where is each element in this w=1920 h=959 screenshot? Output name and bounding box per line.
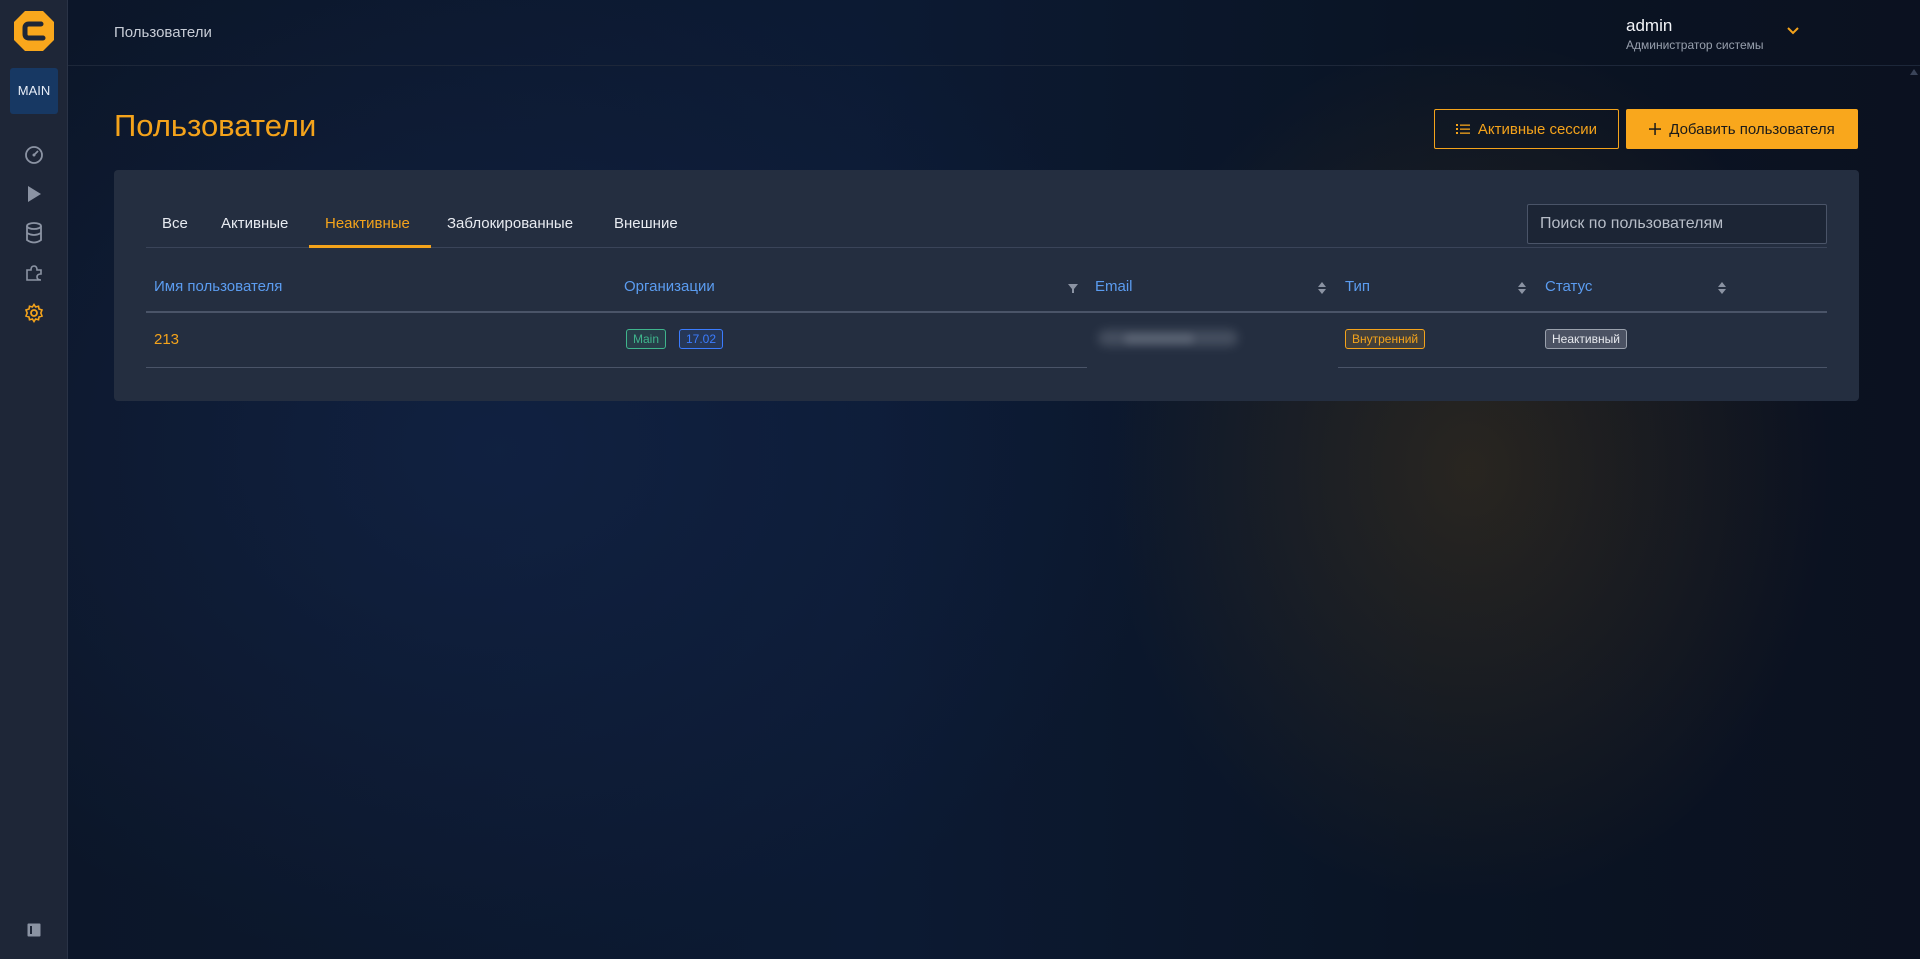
add-user-button[interactable]: Добавить пользователя xyxy=(1626,109,1858,149)
sort-icon[interactable] xyxy=(1516,280,1528,296)
play-icon[interactable] xyxy=(22,182,46,206)
row-divider xyxy=(146,367,1087,368)
chevron-down-icon[interactable] xyxy=(1786,24,1800,38)
active-tab-indicator xyxy=(309,245,431,248)
gear-icon[interactable] xyxy=(22,301,46,325)
column-email[interactable]: Email xyxy=(1095,278,1133,295)
plus-icon xyxy=(1649,123,1662,135)
filter-icon[interactable] xyxy=(1067,280,1079,296)
row-divider xyxy=(1338,367,1827,368)
page-title: Пользователи xyxy=(114,108,317,143)
column-organizations[interactable]: Организации xyxy=(624,278,715,295)
org-tag: Main xyxy=(626,329,667,349)
tab-active[interactable]: Активные xyxy=(221,215,288,232)
user-name[interactable]: admin xyxy=(1626,16,1672,36)
breadcrumb: Пользователи xyxy=(114,24,212,41)
active-sessions-label: Активные сессии xyxy=(1477,120,1598,138)
status-badge: Неактивный xyxy=(1545,329,1627,349)
table-header-divider xyxy=(146,311,1827,313)
sort-icon[interactable] xyxy=(1316,280,1328,296)
sidebar: MAIN xyxy=(0,0,68,959)
topbar: Пользователи admin Администратор системы xyxy=(68,0,1920,66)
org-tag: 17.02 xyxy=(679,329,724,349)
org-switcher[interactable]: MAIN xyxy=(10,68,58,114)
tab-external[interactable]: Внешние xyxy=(614,215,678,232)
dashboard-icon[interactable] xyxy=(22,142,46,166)
active-sessions-button[interactable]: Активные сессии xyxy=(1434,109,1619,149)
tab-inactive[interactable]: Неактивные xyxy=(325,215,410,232)
scrollbar[interactable] xyxy=(1908,65,1920,959)
user-role: Администратор системы xyxy=(1626,38,1764,52)
logo-icon[interactable] xyxy=(13,10,55,52)
column-type[interactable]: Тип xyxy=(1345,278,1370,295)
sort-icon[interactable] xyxy=(1716,280,1728,296)
add-user-label: Добавить пользователя xyxy=(1669,120,1835,138)
column-status[interactable]: Статус xyxy=(1545,278,1592,295)
email-redacted xyxy=(1124,334,1194,344)
puzzle-icon[interactable] xyxy=(22,261,46,285)
column-username[interactable]: Имя пользователя xyxy=(154,278,282,295)
sidebar-collapse-icon[interactable] xyxy=(27,923,41,937)
tab-all[interactable]: Все xyxy=(162,215,188,232)
users-panel: Все Активные Неактивные Заблокированные … xyxy=(114,170,1859,401)
search-input[interactable] xyxy=(1527,204,1827,244)
tab-blocked[interactable]: Заблокированные xyxy=(447,215,573,232)
username-link[interactable]: 213 xyxy=(154,331,179,348)
database-icon[interactable] xyxy=(22,221,46,245)
type-badge: Внутренний xyxy=(1345,329,1426,349)
list-icon xyxy=(1455,124,1470,134)
